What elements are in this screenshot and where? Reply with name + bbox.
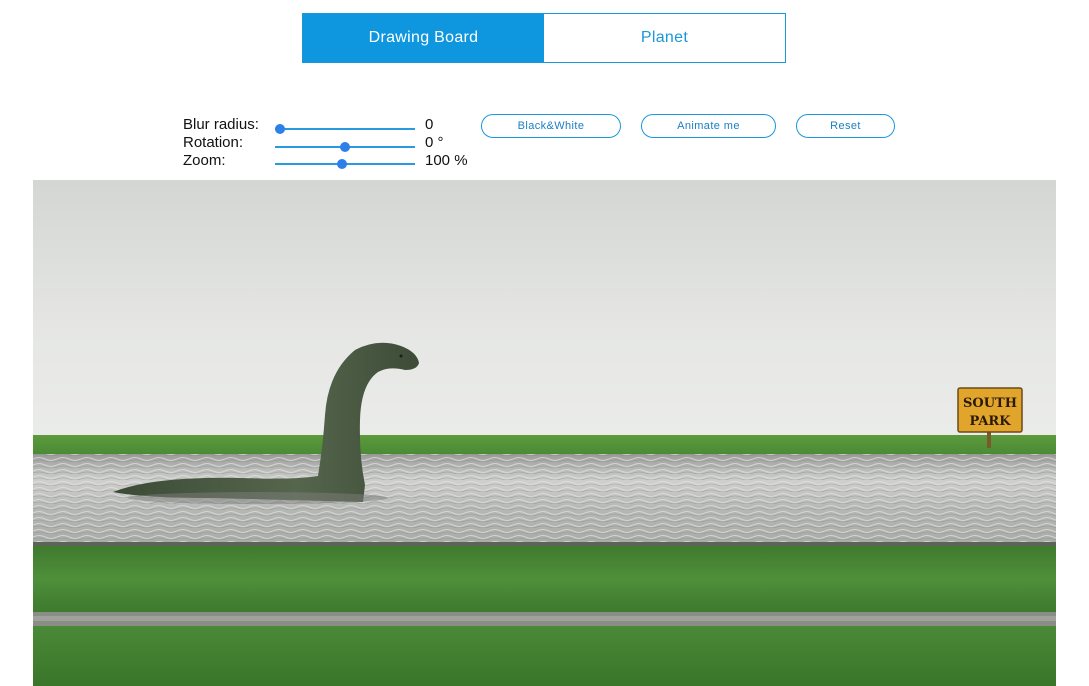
sign-line-1: SOUTH — [963, 396, 1017, 411]
zoom-label: Zoom: — [183, 152, 226, 169]
slider-thumb[interactable] — [340, 142, 350, 152]
sign-line-2: PARK — [969, 414, 1011, 429]
reset-button[interactable]: Reset — [796, 114, 895, 138]
slider-thumb[interactable] — [275, 124, 285, 134]
tab-planet[interactable]: Planet — [544, 14, 785, 62]
rotation-slider[interactable] — [275, 141, 415, 153]
tab-drawing-board[interactable]: Drawing Board — [303, 14, 544, 62]
blur-radius-value: 0 — [425, 116, 434, 133]
drawing-canvas[interactable]: SOUTH PARK — [33, 180, 1056, 686]
animate-me-button[interactable]: Animate me — [641, 114, 776, 138]
zoom-value: 100 % — [425, 152, 468, 169]
loch-ness-scene-image: SOUTH PARK — [33, 180, 1056, 686]
tab-bar: Drawing Board Planet — [302, 13, 786, 63]
zoom-slider[interactable] — [275, 158, 415, 170]
rotation-value: 0 ° — [425, 134, 444, 151]
blur-radius-slider[interactable] — [275, 123, 415, 135]
blur-radius-label: Blur radius: — [183, 116, 259, 133]
slider-thumb[interactable] — [337, 159, 348, 169]
slider-track — [275, 128, 415, 130]
drawing-board-page: Drawing Board Planet Blur radius: 0 Rota… — [0, 0, 1089, 686]
black-white-button[interactable]: Black&White — [481, 114, 621, 138]
rotation-label: Rotation: — [183, 134, 244, 151]
